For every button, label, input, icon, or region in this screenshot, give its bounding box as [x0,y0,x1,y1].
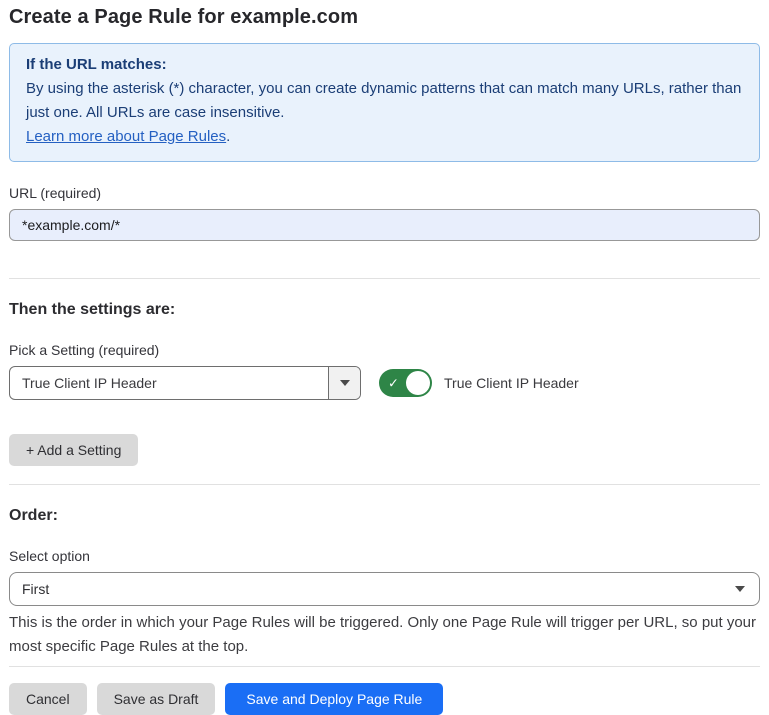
order-select[interactable]: First [9,572,760,606]
true-client-ip-toggle[interactable]: ✓ [379,369,432,397]
info-box-link-line: Learn more about Page Rules. [26,125,743,149]
divider [9,666,760,667]
info-box-body: By using the asterisk (*) character, you… [26,77,743,125]
footer-buttons: Cancel Save as Draft Save and Deploy Pag… [9,683,760,715]
divider [9,278,760,279]
order-section-heading: Order: [9,507,760,525]
url-input[interactable] [9,209,760,241]
divider [9,484,760,485]
url-field-label: URL (required) [9,185,760,201]
cancel-button[interactable]: Cancel [9,683,87,715]
save-and-deploy-button[interactable]: Save and Deploy Page Rule [225,683,443,715]
order-select-value: First [22,581,49,597]
caret-down-icon [340,380,350,386]
setting-row: True Client IP Header ✓ True Client IP H… [9,366,760,400]
page-rule-form: Create a Page Rule for example.com If th… [0,6,769,715]
check-icon: ✓ [388,377,399,390]
toggle-knob [406,371,430,395]
add-setting-button[interactable]: + Add a Setting [9,434,138,466]
setting-select-arrow-button[interactable] [328,367,360,399]
toggle-label: True Client IP Header [444,375,579,391]
setting-select-value: True Client IP Header [10,367,328,399]
save-as-draft-button[interactable]: Save as Draft [97,683,216,715]
settings-section-heading: Then the settings are: [9,301,760,319]
setting-toggle-group: ✓ True Client IP Header [379,369,579,397]
learn-more-link[interactable]: Learn more about Page Rules [26,128,226,145]
order-help-text: This is the order in which your Page Rul… [9,611,760,659]
setting-select[interactable]: True Client IP Header [9,366,361,400]
url-match-info-box: If the URL matches: By using the asteris… [9,43,760,162]
info-box-heading: If the URL matches: [26,53,743,77]
link-period: . [226,128,230,145]
caret-down-icon [735,586,745,592]
setting-picker-label: Pick a Setting (required) [9,342,760,358]
page-title: Create a Page Rule for example.com [9,6,760,29]
order-select-label: Select option [9,548,760,564]
